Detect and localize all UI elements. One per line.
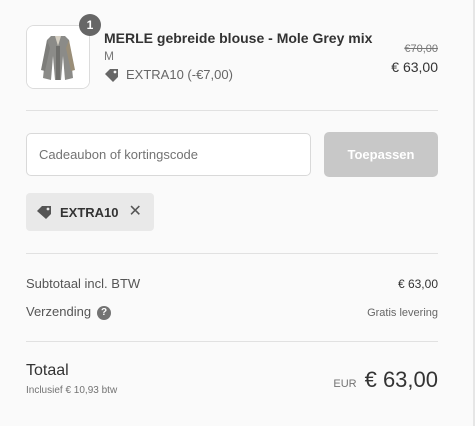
quantity-badge: 1	[79, 14, 101, 36]
product-title: MERLE gebreide blouse - Mole Grey mix	[104, 30, 373, 46]
shipping-label-row: Verzending?	[26, 304, 112, 320]
total-value: € 63,00	[364, 367, 438, 392]
total-label: Totaal	[26, 362, 69, 379]
tax-note: Inclusief € 10,93 btw	[26, 385, 118, 396]
product-variant: M	[104, 49, 114, 63]
discount-code-input[interactable]	[26, 133, 311, 176]
currency-code: EUR	[333, 378, 357, 390]
help-icon[interactable]: ?	[97, 305, 112, 320]
remove-discount-close-icon[interactable]: ✕	[129, 204, 142, 220]
apply-discount-button[interactable]: Toepassen	[324, 132, 438, 177]
applied-discount-chip: EXTRA10 ✕	[26, 193, 154, 231]
shipping-label: Verzending	[26, 304, 92, 319]
subtotal-label: Subtotaal incl. BTW	[26, 276, 141, 291]
product-price: € 63,00	[391, 59, 438, 75]
product-thumbnail	[26, 25, 90, 89]
applied-discount-code: EXTRA10	[60, 204, 119, 220]
product-discount-label: EXTRA10 (-€7,00)	[126, 67, 233, 82]
tag-icon	[105, 68, 118, 82]
tag-icon	[37, 206, 51, 219]
shipping-value: Gratis levering	[367, 307, 438, 319]
cardigan-image	[27, 26, 89, 88]
total-amount: EUR € 63,00	[333, 367, 438, 393]
original-price: €70,00	[404, 43, 438, 55]
subtotal-value: € 63,00	[397, 277, 438, 291]
divider	[26, 341, 438, 342]
product-discount: EXTRA10 (-€7,00)	[104, 67, 233, 82]
divider	[26, 253, 438, 254]
divider	[26, 110, 438, 111]
